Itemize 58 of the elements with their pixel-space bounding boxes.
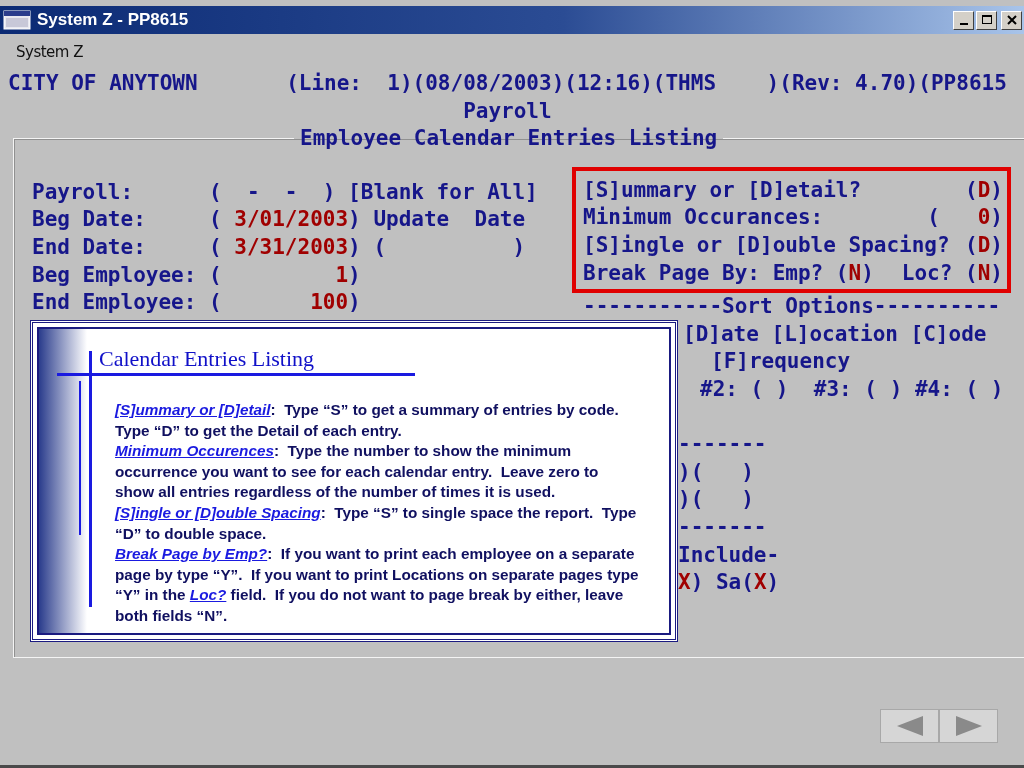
option-text: [D]ate [L]ocation [C]ode [683, 320, 987, 348]
help-link[interactable]: Loc? [189, 586, 227, 604]
field-label: Payroll: [32, 178, 135, 206]
terminal-text: X) Sa(X) [678, 569, 780, 597]
input-field[interactable]: (D) [965, 176, 1003, 205]
module-title: Payroll [463, 97, 552, 125]
option-label: Break Page By: Emp? [583, 259, 824, 287]
group-title: Employee Calendar Entries Listing [299, 125, 719, 153]
input-field[interactable]: (N) [835, 259, 874, 288]
window-icon [3, 9, 31, 31]
section-heading: -----------Sort Options---------- [582, 293, 1002, 321]
terminal-text: )( ) [678, 486, 754, 514]
input-field[interactable]: ( 100) [209, 289, 361, 317]
window-title: System Z - PP8615 [37, 10, 189, 30]
maximize-icon [980, 14, 993, 26]
callout-title: Calendar Entries Listing [99, 346, 315, 371]
option-label: [S]ingle or [D]ouble Spacing? [583, 231, 950, 259]
field-label: End Employee: [32, 289, 198, 317]
help-link[interactable]: Break Page by Emp? [115, 545, 268, 563]
menu-item[interactable]: System Z [16, 43, 83, 61]
minimize-button[interactable] [953, 10, 974, 30]
organization-name: CITY OF ANYTOWN [8, 70, 198, 97]
help-paragraph: [S]ingle or [D]ouble Spacing: Type “S” to single space the report. Type “D” to double space. [115, 502, 638, 544]
terminal-text: ------- [678, 431, 767, 459]
session-info: (Line: 1)(08/08/2003)(12:16)(THMS )(Rev: 4.70)(PP8615 [286, 70, 1007, 97]
help-paragraph: [S]ummary or [D]etail: Type “S” to get a summary of entries by code. Type “D” to get the Detail of each entry. [115, 400, 620, 441]
option-label: Minimum Occurances: [583, 204, 824, 232]
help-link[interactable]: Minimum Occurences [115, 442, 274, 460]
help-link[interactable]: [S]ummary or [D]etail [115, 401, 271, 418]
input-field[interactable]: ( 1) [209, 261, 361, 290]
hint-text: [Blank for All] [348, 178, 538, 206]
help-link[interactable]: [S]ingle or [D]ouble Spacing [115, 503, 321, 521]
input-field[interactable]: (N) [965, 259, 1003, 288]
input-field[interactable]: ( - - ) [209, 178, 336, 207]
input-field[interactable]: ( 3/01/2003) [209, 206, 361, 234]
help-paragraph: Break Page by Emp?: If you want to print each employee on a separate page by type “Y”. If you want to print Locations on separate pages type “Y” in the Loc? field. If you do not want to page break by either, leave both fields “N”. [115, 544, 639, 626]
input-field[interactable]: ( ) [373, 233, 526, 262]
input-field[interactable]: ( 3/31/2003) [209, 233, 361, 262]
help-paragraph: Minimum Occurences: Type the number to show the minimum occurrence you want to see for each calendar entry. Leave zero to show all entries regardless of the number of times it is used. [115, 441, 600, 503]
option-label: Loc? [901, 259, 953, 287]
field-label: Beg Employee: [32, 261, 198, 289]
close-icon [1005, 14, 1018, 26]
terminal-text: ------- [678, 513, 767, 541]
option-text: [F]requency [711, 348, 851, 376]
close-button[interactable] [1001, 10, 1022, 30]
input-field[interactable]: (D) [965, 231, 1003, 260]
field-label: End Date: [32, 233, 147, 261]
maximize-button[interactable] [976, 10, 997, 30]
minimize-icon [959, 23, 968, 25]
right-triangle-icon [954, 715, 983, 737]
hint-text: Update Date [373, 206, 526, 234]
option-text: #2: ( ) #3: ( ) #4: ( ) [700, 375, 1004, 403]
left-triangle-icon [895, 715, 924, 737]
terminal-text: Include- [678, 541, 780, 569]
option-label: [S]ummary or [D]etail? [583, 176, 862, 204]
field-label: Beg Date: [32, 206, 147, 234]
terminal-text: )( ) [678, 458, 754, 486]
input-field[interactable]: ( 0) [927, 204, 1003, 232]
